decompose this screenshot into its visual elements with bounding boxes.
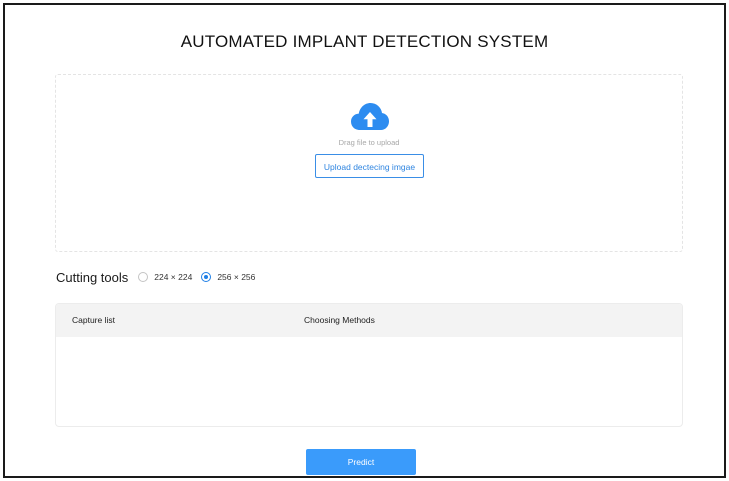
- capture-table: Capture list Choosing Methods: [55, 303, 683, 427]
- radio-256-label: 256 × 256: [217, 272, 256, 282]
- upload-dropzone[interactable]: Drag file to upload Upload dectecing img…: [55, 74, 683, 252]
- radio-224-circle[interactable]: [138, 272, 149, 282]
- radio-224-label: 224 × 224: [154, 272, 193, 282]
- radio-256-circle[interactable]: [201, 272, 212, 282]
- radio-256[interactable]: 256 × 256: [201, 272, 255, 282]
- page-title: AUTOMATED IMPLANT DETECTION SYSTEM: [180, 32, 549, 51]
- cloud-upload-icon: [351, 103, 389, 130]
- predict-button[interactable]: Predict: [306, 449, 416, 475]
- column-header-choosing-methods: Choosing Methods: [304, 315, 375, 325]
- cutting-tools-label: Cutting tools: [56, 269, 129, 285]
- app-frame: AUTOMATED IMPLANT DETECTION SYSTEM Drag …: [3, 3, 726, 478]
- cutting-tools-group: Cutting tools 224 × 224 256 × 256: [56, 268, 264, 286]
- radio-224[interactable]: 224 × 224: [138, 272, 192, 282]
- table-header: Capture list Choosing Methods: [56, 304, 682, 337]
- column-header-capture-list: Capture list: [72, 315, 115, 325]
- upload-image-button[interactable]: Upload dectecing imgae: [315, 154, 424, 178]
- drag-hint-text: Drag file to upload: [338, 138, 400, 147]
